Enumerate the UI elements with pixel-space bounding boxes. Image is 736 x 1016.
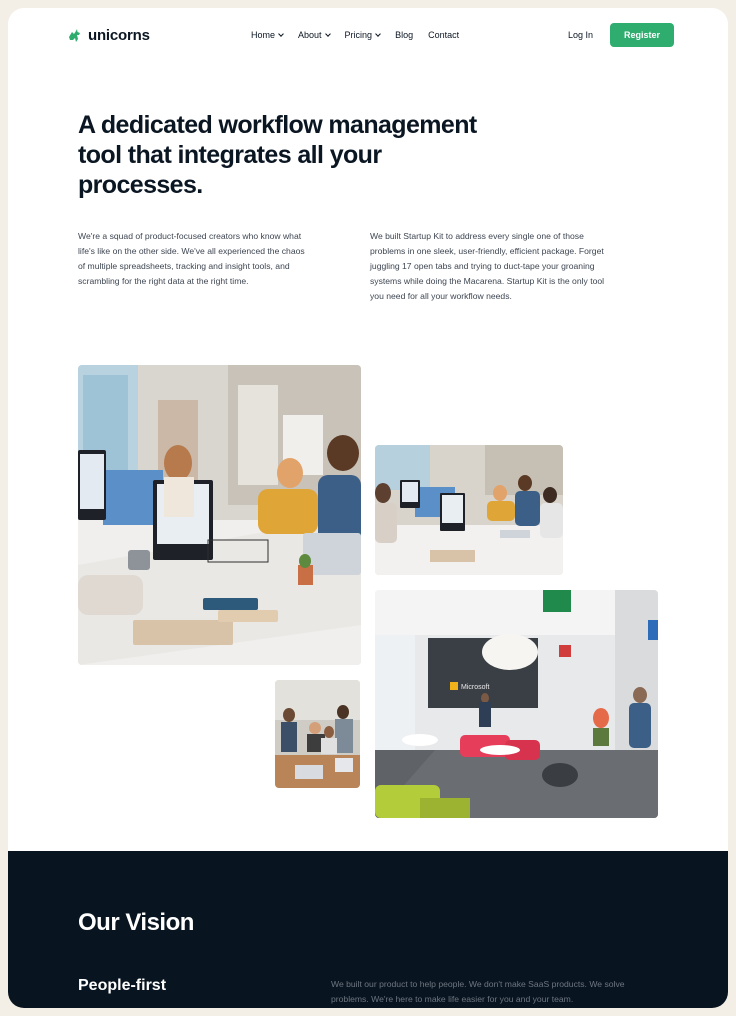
team-working-photo bbox=[78, 365, 361, 665]
startup-kit-paragraph: We built Startup Kit to address every si… bbox=[370, 231, 605, 301]
site-header: unicorns Home About Pricing Blog Contact… bbox=[8, 8, 728, 64]
register-button[interactable]: Register bbox=[610, 23, 674, 47]
vision-section: Our Vision People-first We built our pro… bbox=[8, 851, 728, 1008]
team-meeting-photo bbox=[275, 680, 360, 788]
hero-title: A dedicated workflow management tool tha… bbox=[78, 111, 477, 199]
nav-about[interactable]: About bbox=[298, 30, 331, 40]
microsoft-sign: Microsoft bbox=[461, 684, 489, 691]
nav-pricing[interactable]: Pricing bbox=[345, 30, 381, 40]
nav-blog-label: Blog bbox=[395, 30, 414, 40]
nav-blog[interactable]: Blog bbox=[395, 30, 413, 40]
intro-paragraph: We're a squad of product-focused creator… bbox=[78, 231, 305, 286]
office-lobby-photo: Microsoft bbox=[375, 590, 658, 818]
main-nav: Home About Pricing Blog Contact bbox=[251, 30, 459, 40]
nav-home-label: Home bbox=[251, 30, 276, 40]
brand-name: unicorns bbox=[88, 27, 150, 44]
vision-subtitle: People-first bbox=[78, 977, 167, 994]
unicorn-icon bbox=[69, 28, 80, 42]
page-frame: unicorns Home About Pricing Blog Contact… bbox=[8, 8, 728, 1008]
nav-contact[interactable]: Contact bbox=[428, 30, 459, 40]
login-link[interactable]: Log In bbox=[568, 30, 593, 40]
logo[interactable]: unicorns bbox=[67, 27, 150, 44]
vision-title: Our Vision bbox=[78, 909, 194, 936]
chevron-down-icon bbox=[324, 30, 331, 37]
chevron-down-icon bbox=[278, 30, 284, 37]
vision-text: We built our product to help people. We … bbox=[331, 979, 625, 1004]
nav-pricing-label: Pricing bbox=[344, 30, 373, 40]
nav-home[interactable]: Home bbox=[251, 30, 284, 40]
chevron-down-icon bbox=[375, 30, 381, 37]
nav-contact-label: Contact bbox=[428, 30, 460, 40]
nav-about-label: About bbox=[298, 30, 322, 40]
open-office-desks-photo bbox=[375, 445, 563, 575]
